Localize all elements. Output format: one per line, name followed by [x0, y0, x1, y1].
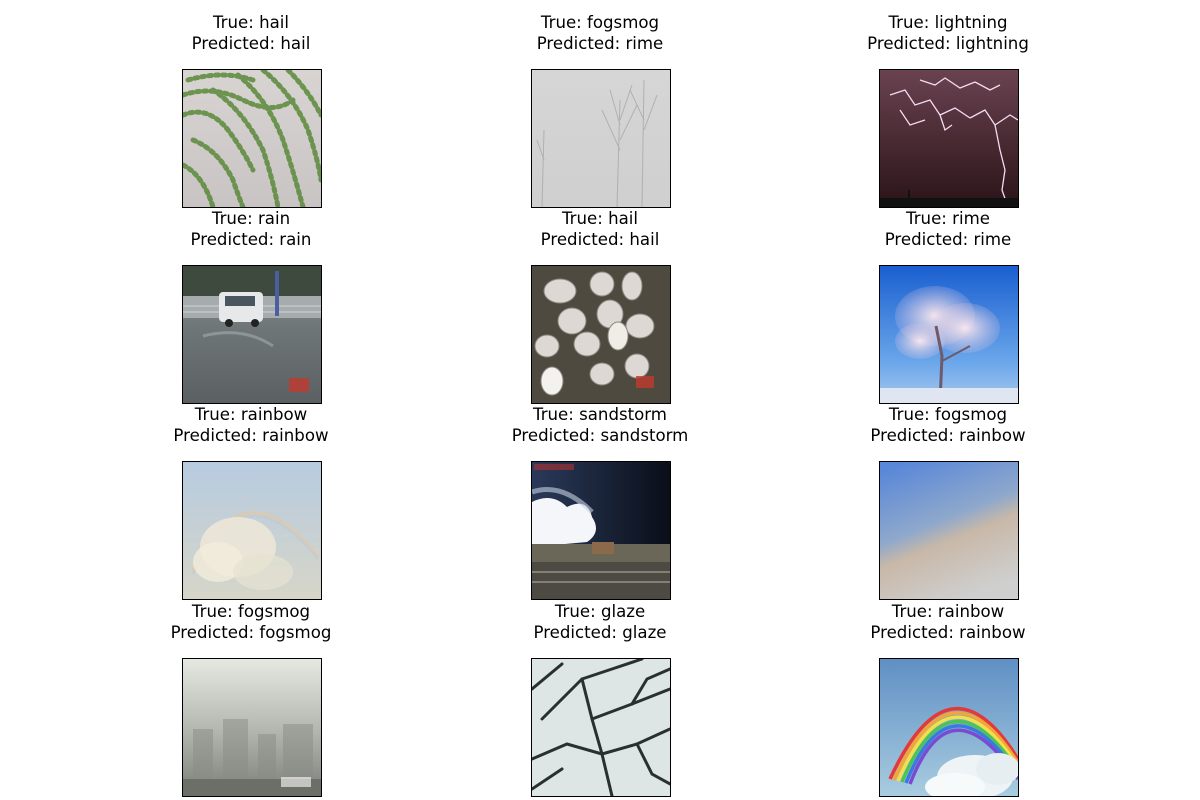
true-label: True: fogsmog	[888, 405, 1008, 424]
true-label: True: rainbow	[891, 602, 1005, 621]
panel-9: True: fogsmog Predicted: rainbow	[768, 404, 1128, 600]
true-label: True: rainbow	[194, 405, 308, 424]
panel-3: True: lightning Predicted: lightning	[768, 12, 1128, 208]
rainy-street-image	[182, 265, 322, 404]
predicted-label: Predicted: rainbow	[870, 623, 1026, 642]
predicted-label: Predicted: rainbow	[870, 426, 1026, 445]
predicted-label: Predicted: rime	[536, 34, 664, 53]
hail-field-image	[182, 69, 322, 208]
true-label: True: rime	[906, 209, 990, 228]
panel-title: True: hail Predicted: hail	[71, 12, 431, 54]
predicted-label: Predicted: lightning	[867, 34, 1029, 53]
predicted-label: Predicted: hail	[540, 230, 660, 249]
predicted-label: Predicted: rime	[884, 230, 1012, 249]
panel-title: True: glaze Predicted: glaze	[420, 601, 780, 643]
hazy-sky-image	[879, 461, 1019, 600]
rainbow-over-clouds-image	[879, 658, 1019, 797]
panel-title: True: sandstorm Predicted: sandstorm	[420, 404, 780, 446]
panel-6: True: rime Predicted: rime	[768, 208, 1128, 404]
true-label: True: lightning	[888, 13, 1008, 32]
panel-10: True: fogsmog Predicted: fogsmog	[71, 601, 431, 797]
panel-title: True: rainbow Predicted: rainbow	[768, 601, 1128, 643]
predicted-label: Predicted: rainbow	[173, 426, 329, 445]
true-label: True: sandstorm	[533, 405, 667, 424]
predicted-label: Predicted: rain	[190, 230, 312, 249]
true-label: True: hail	[561, 209, 639, 228]
hailstones-image	[531, 265, 671, 404]
predicted-label: Predicted: sandstorm	[511, 426, 689, 445]
iced-branches-image	[531, 658, 671, 797]
panel-11: True: glaze Predicted: glaze	[420, 601, 780, 797]
panel-5: True: hail Predicted: hail	[420, 208, 780, 404]
true-label: True: glaze	[554, 602, 646, 621]
panel-title: True: fogsmog Predicted: fogsmog	[71, 601, 431, 643]
smoggy-city-image	[182, 658, 322, 797]
panel-title: True: rime Predicted: rime	[768, 208, 1128, 250]
lightning-sky-image	[879, 69, 1019, 208]
predicted-label: Predicted: glaze	[533, 623, 667, 642]
predicted-label: Predicted: hail	[191, 34, 311, 53]
true-label: True: hail	[212, 13, 290, 32]
hazy-rainbow-image	[182, 461, 322, 600]
panel-7: True: rainbow Predicted: rainbow	[71, 404, 431, 600]
panel-8: True: sandstorm Predicted: sandstorm	[420, 404, 780, 600]
true-label: True: rain	[211, 209, 291, 228]
panel-title: True: fogsmog Predicted: rime	[420, 12, 780, 54]
sandstorm-image	[531, 461, 671, 600]
prediction-grid-figure: True: hail Predicted: hail True: fogsmog…	[0, 0, 1200, 800]
panel-title: True: hail Predicted: hail	[420, 208, 780, 250]
panel-12: True: rainbow Predicted: rainbow	[768, 601, 1128, 797]
foggy-trees-image	[531, 69, 671, 208]
true-label: True: fogsmog	[191, 602, 311, 621]
panel-title: True: rain Predicted: rain	[71, 208, 431, 250]
frosted-tree-image	[879, 265, 1019, 404]
panel-title: True: fogsmog Predicted: rainbow	[768, 404, 1128, 446]
predicted-label: Predicted: fogsmog	[170, 623, 332, 642]
panel-1: True: hail Predicted: hail	[71, 12, 431, 208]
panel-title: True: rainbow Predicted: rainbow	[71, 404, 431, 446]
panel-title: True: lightning Predicted: lightning	[768, 12, 1128, 54]
panel-2: True: fogsmog Predicted: rime	[420, 12, 780, 208]
true-label: True: fogsmog	[540, 13, 660, 32]
panel-4: True: rain Predicted: rain	[71, 208, 431, 404]
